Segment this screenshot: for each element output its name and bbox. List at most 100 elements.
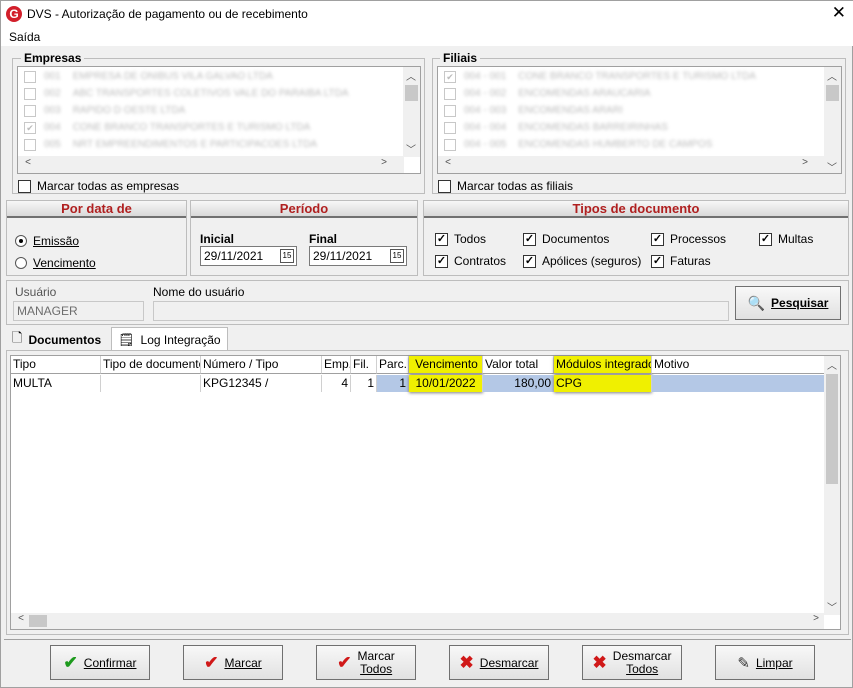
scroll-up-icon[interactable]: ︿ (824, 357, 840, 372)
empresas-item-name: EMPRESA DE ONIBUS VILA GALVAO LTDA (72, 71, 273, 82)
checkbox[interactable]: ✓ (435, 232, 448, 246)
tipo-checkbox-item[interactable]: ✓ Documentos (523, 232, 609, 246)
grid-column-header[interactable]: Vencimento (409, 356, 483, 374)
filiais-list-item[interactable]: 004 - 003 ENCOMENDAS ARARI (438, 102, 841, 119)
empresas-item-name: NRT EMPREENDIMENTOS E PARTICIPACOES LTDA (72, 139, 317, 150)
calendar-icon[interactable]: 15 (390, 249, 404, 263)
grid-column-header[interactable]: Módulos integrados (554, 356, 652, 374)
scroll-up-icon[interactable]: ︿ (403, 68, 419, 83)
checkbox[interactable]: ✔ (24, 121, 36, 134)
desmarcar-todos-button[interactable]: ✖ Desmarcar Todos (582, 645, 682, 680)
grid-column-header[interactable]: Tipo (11, 356, 101, 374)
filiais-list-item[interactable]: 004 - 005 ENCOMENDAS HUMBERTO DE CAMPOS (438, 136, 841, 153)
tipo-checkbox-item[interactable]: ✓ Apólices (seguros) (523, 254, 641, 268)
empresas-item-name: ABC TRANSPORTES COLETIVOS VALE DO PARAIB… (72, 88, 349, 99)
filiais-list-item[interactable]: ✔ 004 - 001 CONE BRANCO TRANSPORTES E TURI… (438, 68, 841, 85)
marcar-todos-button[interactable]: ✔ Marcar Todos (316, 645, 416, 680)
filiais-list-item[interactable]: 004 - 004 ENCOMENDAS BARREIRINHAS (438, 119, 841, 136)
select-all-filiais[interactable]: Marcar todas as filiais (438, 179, 573, 193)
tipo-checkbox-item[interactable]: ✓ Contratos (435, 254, 506, 268)
checkbox[interactable] (24, 138, 36, 151)
checkbox[interactable] (444, 87, 456, 100)
scroll-right-icon[interactable]: > (376, 157, 392, 168)
tipo-checkbox-item[interactable]: ✓ Processos (651, 232, 726, 246)
nome-usuario-field[interactable] (153, 301, 729, 321)
scroll-thumb[interactable] (826, 374, 838, 484)
marcar-button[interactable]: ✔ Marcar (183, 645, 283, 680)
grid-hscrollbar[interactable]: < > (11, 613, 824, 629)
radio-vencimento[interactable]: Vencimento (15, 256, 96, 270)
scroll-down-icon[interactable]: ﹀ (824, 599, 840, 614)
tab-documentos[interactable]: 🗋 Documentos (6, 329, 108, 351)
scroll-down-icon[interactable]: ﹀ (403, 141, 419, 156)
empresas-list-item[interactable]: 002 ABC TRANSPORTES COLETIVOS VALE DO PAR… (18, 85, 420, 102)
scroll-thumb[interactable] (29, 615, 47, 627)
checkbox[interactable] (18, 179, 31, 193)
menu-item-saida[interactable]: Saída (9, 30, 40, 44)
checkbox[interactable] (444, 104, 456, 117)
filiais-vscrollbar[interactable]: ︿ ﹀ (824, 67, 841, 173)
checkbox[interactable] (24, 70, 36, 83)
scroll-right-icon[interactable]: > (808, 613, 824, 624)
grid-column-header[interactable]: Fil. (351, 356, 377, 374)
checkbox[interactable] (444, 121, 456, 134)
desmarcar-label: Desmarcar (479, 655, 539, 670)
grid-column-header[interactable]: Tipo de documento (101, 356, 201, 374)
grid-column-header[interactable]: Emp. (322, 356, 351, 374)
checkbox[interactable]: ✓ (651, 254, 664, 268)
usuario-field[interactable]: MANAGER (13, 301, 144, 321)
radio-selected-icon[interactable] (15, 235, 27, 247)
checkbox[interactable]: ✓ (523, 254, 536, 268)
checkbox[interactable]: ✓ (759, 232, 772, 246)
checkbox[interactable]: ✓ (523, 232, 536, 246)
radio-icon[interactable] (15, 257, 27, 269)
checkbox[interactable] (444, 138, 456, 151)
inicial-date-input[interactable]: 29/11/2021 15 (200, 246, 297, 266)
desmarcar-button[interactable]: ✖ Desmarcar (449, 645, 549, 680)
scroll-left-icon[interactable]: < (440, 157, 456, 168)
pesquisar-button[interactable]: 🔍 Pesquisar (735, 286, 841, 320)
checkbox[interactable]: ✓ (435, 254, 448, 268)
select-all-empresas[interactable]: Marcar todas as empresas (18, 179, 179, 193)
confirmar-button[interactable]: ✔ Confirmar (50, 645, 150, 680)
tab-log-integracao[interactable]: 🗒 Log Integração (111, 327, 228, 351)
scroll-down-icon[interactable]: ﹀ (824, 159, 840, 173)
checkbox[interactable] (24, 87, 36, 100)
grid-column-header[interactable]: Número / Tipo (201, 356, 322, 374)
checkbox[interactable]: ✔ (444, 70, 456, 83)
scroll-right-icon[interactable]: > (797, 157, 813, 168)
empresas-list-item[interactable]: ✔ 004 CONE BRANCO TRANSPORTES E TURISMO LT… (18, 119, 420, 136)
grid-column-header[interactable]: Motivo (652, 356, 827, 374)
limpar-button[interactable]: ✎ Limpar (715, 645, 815, 680)
tipo-checkbox-item[interactable]: ✓ Todos (435, 232, 486, 246)
radio-emissao[interactable]: Emissão (15, 234, 79, 248)
grid-column-header[interactable]: Valor total (483, 356, 554, 374)
tipo-checkbox-item[interactable]: ✓ Multas (759, 232, 813, 246)
scroll-left-icon[interactable]: < (20, 157, 36, 168)
empresas-list[interactable]: 001 EMPRESA DE ONIBUS VILA GALVAO LTDA 002… (17, 66, 421, 174)
empresas-list-item[interactable]: 003 RAPIDO D OESTE LTDA (18, 102, 420, 119)
x-icon: ✖ (592, 652, 607, 672)
calendar-icon[interactable]: 15 (280, 249, 294, 263)
scroll-thumb[interactable] (826, 85, 839, 101)
empresas-vscrollbar[interactable]: ︿ ﹀ (403, 67, 420, 157)
checkbox[interactable] (438, 179, 451, 193)
scroll-up-icon[interactable]: ︿ (824, 68, 840, 83)
filiais-hscrollbar[interactable]: < > (438, 156, 825, 173)
filiais-list-item[interactable]: 004 - 002 ENCOMENDAS ARAUCARIA (438, 85, 841, 102)
empresas-list-item[interactable]: 001 EMPRESA DE ONIBUS VILA GALVAO LTDA (18, 68, 420, 85)
checkbox[interactable]: ✓ (651, 232, 664, 246)
empresas-hscrollbar[interactable]: < > (18, 156, 404, 173)
empresas-item-code: 005 (44, 139, 61, 150)
filiais-list[interactable]: ✔ 004 - 001 CONE BRANCO TRANSPORTES E TURI… (437, 66, 842, 174)
final-date-input[interactable]: 29/11/2021 15 (309, 246, 407, 266)
scroll-left-icon[interactable]: < (13, 613, 29, 624)
grid-vscrollbar[interactable]: ︿ ﹀ (824, 356, 840, 615)
checkbox[interactable] (24, 104, 36, 117)
empresas-list-item[interactable]: 005 NRT EMPREENDIMENTOS E PARTICIPACOES L… (18, 136, 420, 153)
close-icon[interactable]: ✕ (832, 4, 846, 22)
grid-column-header[interactable]: Parc. (377, 356, 409, 374)
tipo-checkbox-item[interactable]: ✓ Faturas (651, 254, 711, 268)
tipo-checkbox-label: Processos (670, 232, 727, 246)
scroll-thumb[interactable] (405, 85, 418, 101)
